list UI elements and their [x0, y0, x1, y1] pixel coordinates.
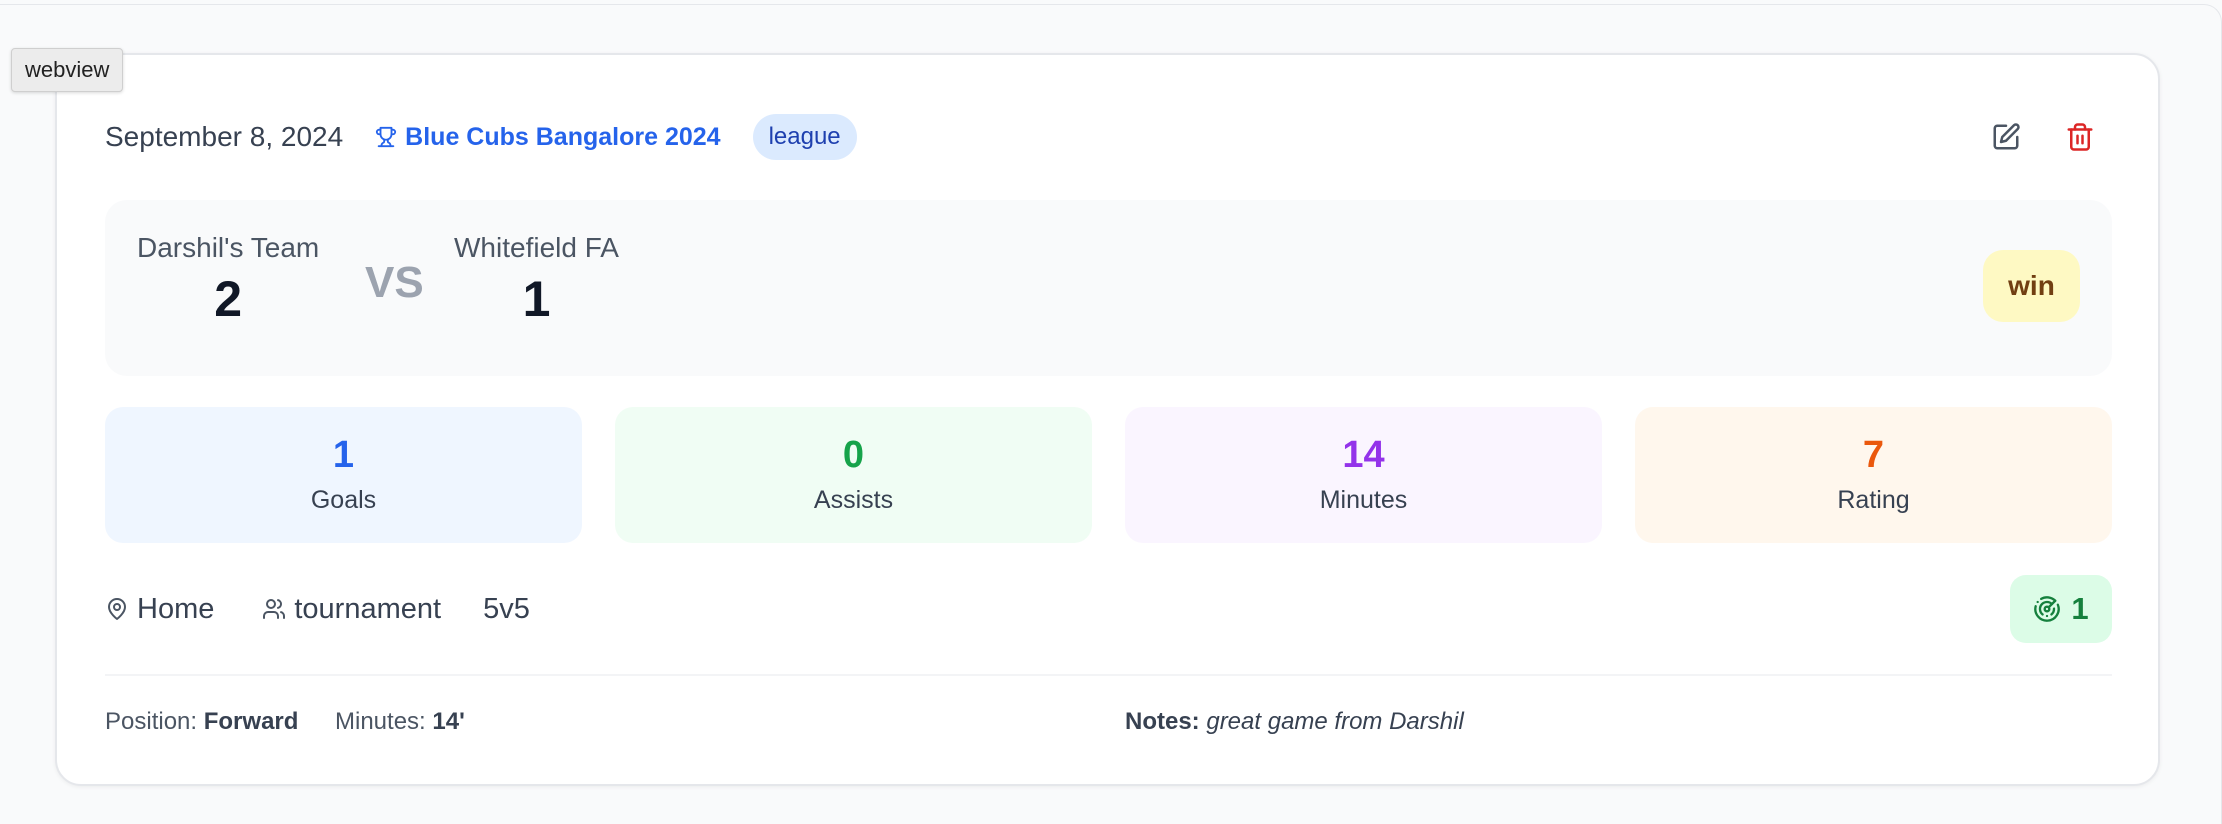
- trophy-icon: [376, 126, 397, 148]
- scoreboard: Darshil's Team 2 VS Whitefield FA 1 win: [105, 200, 2112, 376]
- player-stats: 1 Goals 0 Assists 14 Minutes 7 Rating: [105, 407, 2112, 543]
- stat-goals-value: 1: [332, 433, 355, 476]
- edit-button[interactable]: [1988, 119, 2024, 155]
- match-header: September 8, 2024 Blue Cubs Bangalore 20…: [105, 111, 2110, 163]
- minutes-value: 14': [432, 708, 465, 735]
- users-icon: [263, 599, 286, 619]
- delete-button[interactable]: [2062, 119, 2098, 155]
- position-value: Forward: [203, 708, 299, 735]
- shots-badge: 1: [2010, 575, 2112, 643]
- home-team-score: 2: [214, 271, 243, 327]
- away-team-score: 1: [522, 271, 551, 327]
- notes-detail: Notes: great game from Darshil: [1125, 708, 1464, 736]
- notes-value: great game from Darshil: [1206, 708, 1464, 735]
- webview-tooltip: webview: [11, 48, 124, 92]
- venue-label: Home: [137, 592, 215, 625]
- versus-label: VS: [365, 258, 424, 307]
- stat-assists: 0 Assists: [615, 407, 1092, 543]
- competition-label: tournament: [294, 592, 442, 625]
- match-date: September 8, 2024: [105, 121, 344, 152]
- trash-icon: [2067, 123, 2093, 151]
- edit-icon: [1993, 123, 2020, 150]
- stat-goals-label: Goals: [310, 485, 377, 514]
- home-team-name: Darshil's Team: [137, 232, 320, 263]
- notes-label: Notes:: [1125, 708, 1200, 735]
- stat-rating-value: 7: [1862, 433, 1885, 476]
- stat-minutes-value: 14: [1342, 433, 1385, 476]
- match-format: 5v5: [483, 592, 530, 625]
- target-icon: [2034, 596, 2061, 622]
- stat-rating-label: Rating: [1837, 485, 1910, 514]
- match-meta: Home tournament 5v5 1: [105, 575, 2112, 643]
- stat-goals: 1 Goals: [105, 407, 582, 543]
- stat-assists-label: Assists: [813, 485, 894, 514]
- tournament-name: Blue Cubs Bangalore 2024: [405, 122, 721, 151]
- map-pin-icon: [108, 598, 126, 620]
- stat-rating: 7 Rating: [1635, 407, 2112, 543]
- match-card: September 8, 2024 Blue Cubs Bangalore 20…: [55, 53, 2160, 786]
- away-team-name: Whitefield FA: [454, 232, 619, 263]
- stat-minutes-label: Minutes: [1319, 485, 1408, 514]
- stat-minutes: 14 Minutes: [1125, 407, 1602, 543]
- match-type-badge: league: [752, 114, 857, 160]
- shots-count: 1: [2071, 591, 2089, 626]
- competition: tournament: [262, 593, 441, 626]
- match-details: Position: Forward Minutes: 14' Notes: gr…: [105, 708, 2112, 748]
- card-actions: [1988, 119, 2098, 155]
- position-detail: Position: Forward: [105, 708, 298, 736]
- minutes-detail: Minutes: 14': [335, 708, 465, 736]
- position-label: Position:: [105, 708, 198, 735]
- away-team: Whitefield FA 1: [454, 232, 619, 328]
- stat-assists-value: 0: [842, 433, 865, 476]
- result-badge: win: [1983, 250, 2080, 322]
- tournament-link[interactable]: Blue Cubs Bangalore 2024: [375, 122, 721, 152]
- minutes-label: Minutes:: [335, 708, 426, 735]
- venue: Home: [105, 593, 214, 626]
- home-team: Darshil's Team 2: [137, 232, 319, 328]
- divider: [105, 674, 2112, 676]
